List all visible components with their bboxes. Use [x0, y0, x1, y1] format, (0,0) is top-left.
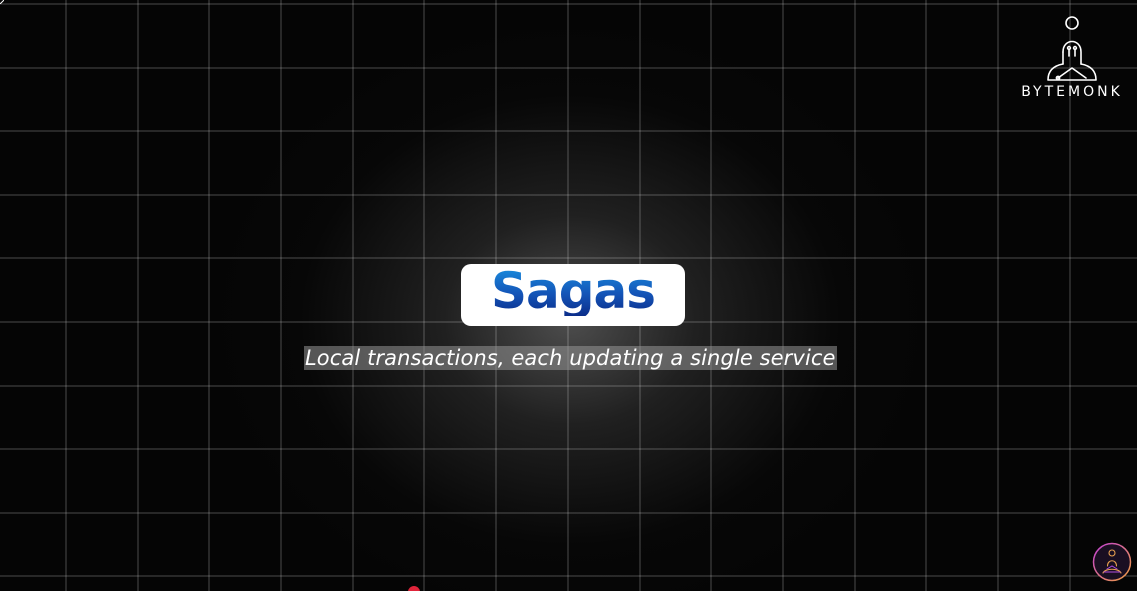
slide-title: Sagas [490, 262, 656, 320]
slide-subtitle: Local transactions, each updating a sing… [304, 346, 837, 370]
video-frame: Sagas Local transactions, each updating … [0, 0, 1137, 591]
red-dot-icon [408, 586, 420, 591]
monk-avatar-icon[interactable] [1092, 542, 1132, 582]
brand-wordmark: BYTEMONK [1021, 84, 1123, 100]
corner-mark-icon [0, 0, 4, 4]
title-card: Sagas [461, 264, 685, 326]
